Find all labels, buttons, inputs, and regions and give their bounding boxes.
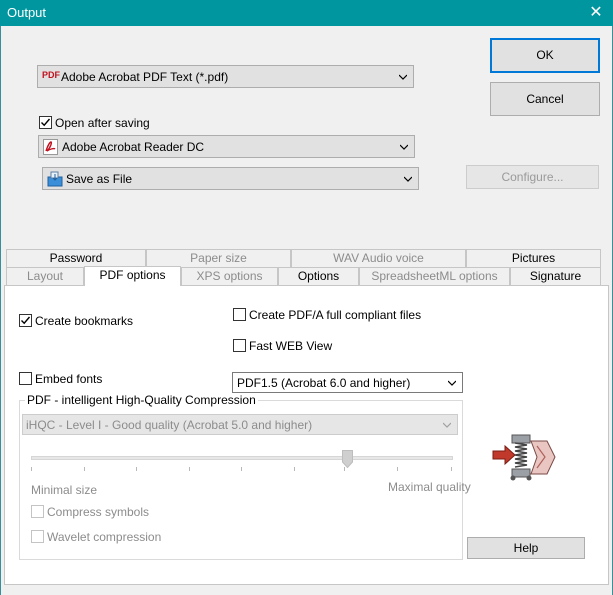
- open-after-saving-checkbox[interactable]: [39, 116, 52, 129]
- acrobat-reader-icon: [43, 139, 58, 155]
- fast-web-view-label: Fast WEB View: [249, 339, 333, 353]
- cancel-button-label: Cancel: [526, 92, 564, 106]
- wavelet-compression-label: Wavelet compression: [47, 530, 162, 544]
- compression-level-value: iHQC - Level I - Good quality (Acrobat 5…: [26, 418, 313, 432]
- compression-group-title: PDF - intelligent High-Quality Compressi…: [25, 393, 258, 407]
- slider-tick: [136, 467, 137, 471]
- compress-symbols-checkbox[interactable]: [31, 505, 44, 518]
- title-bar: Output ✕: [0, 0, 613, 26]
- embed-fonts-checkbox[interactable]: [19, 372, 32, 385]
- checkmark-icon: [21, 316, 31, 325]
- tab-pictures[interactable]: Pictures: [466, 249, 601, 267]
- tab-spreadsheetml-options[interactable]: SpreadsheetML options: [359, 267, 510, 285]
- tab-label: SpreadsheetML options: [371, 269, 498, 283]
- slider-tick: [31, 467, 32, 471]
- cancel-button[interactable]: Cancel: [490, 82, 600, 116]
- slider-tick: [189, 467, 190, 471]
- wavelet-compression-checkbox[interactable]: [31, 530, 44, 543]
- save-mode-value: Save as File: [66, 172, 133, 186]
- create-pdfa-checkbox[interactable]: [233, 308, 246, 321]
- slider-max-label: Maximal quality: [388, 480, 471, 494]
- slider-tick: [84, 467, 85, 471]
- quality-slider-thumb[interactable]: [342, 450, 353, 468]
- tab-layout[interactable]: Layout: [6, 267, 84, 285]
- output-format-select[interactable]: PDF Adobe Acrobat PDF Text (*.pdf): [37, 65, 414, 88]
- configure-button[interactable]: Configure...: [466, 165, 599, 189]
- viewer-app-value: Adobe Acrobat Reader DC: [62, 140, 205, 154]
- ok-button[interactable]: OK: [490, 38, 600, 73]
- compression-level-select[interactable]: iHQC - Level I - Good quality (Acrobat 5…: [22, 414, 458, 435]
- tab-wav-audio-voice[interactable]: WAV Audio voice: [291, 249, 466, 267]
- pdf-file-icon: PDF: [42, 70, 60, 80]
- embed-fonts-label: Embed fonts: [35, 372, 103, 386]
- ok-button-label: OK: [536, 48, 554, 62]
- slider-tick: [294, 467, 295, 471]
- tab-label: Signature: [529, 269, 582, 283]
- save-file-icon: [47, 171, 63, 187]
- tab-label: Paper size: [190, 251, 247, 265]
- tab-password[interactable]: Password: [6, 249, 146, 267]
- slider-min-label: Minimal size: [31, 483, 98, 497]
- create-bookmarks-checkbox[interactable]: [19, 314, 32, 327]
- save-mode-select[interactable]: Save as File: [42, 167, 419, 190]
- chevron-down-icon: [400, 144, 408, 150]
- tab-label: Password: [49, 251, 103, 265]
- quality-slider-track[interactable]: [31, 456, 453, 460]
- tab-pdf-options[interactable]: PDF options: [84, 266, 181, 286]
- chevron-down-icon: [443, 422, 451, 428]
- create-bookmarks-label: Create bookmarks: [35, 314, 134, 328]
- tab-signature[interactable]: Signature: [510, 267, 601, 285]
- close-icon[interactable]: ✕: [579, 0, 613, 26]
- tab-options[interactable]: Options: [278, 267, 359, 285]
- help-button-label: Help: [513, 541, 539, 555]
- viewer-app-select[interactable]: Adobe Acrobat Reader DC: [38, 135, 415, 158]
- output-format-value: Adobe Acrobat PDF Text (*.pdf): [61, 70, 229, 84]
- checkmark-icon: [41, 118, 51, 127]
- fast-web-view-checkbox[interactable]: [233, 339, 246, 352]
- tab-label: PDF options: [99, 268, 166, 282]
- create-pdfa-label: Create PDF/A full compliant files: [249, 308, 422, 322]
- tab-paper-size[interactable]: Paper size: [146, 249, 291, 267]
- help-button[interactable]: Help: [467, 537, 585, 559]
- tab-xps-options[interactable]: XPS options: [181, 267, 278, 285]
- tab-label: Options: [297, 269, 340, 283]
- chevron-down-icon: [404, 176, 412, 182]
- chevron-down-icon: [448, 380, 456, 386]
- slider-tick: [241, 467, 242, 471]
- slider-tick: [451, 467, 452, 471]
- compress-symbols-label: Compress symbols: [47, 505, 150, 519]
- window-title: Output: [7, 5, 47, 20]
- pdf-version-value: PDF1.5 (Acrobat 6.0 and higher): [237, 376, 411, 390]
- chevron-down-icon: [399, 74, 407, 80]
- slider-tick: [397, 467, 398, 471]
- open-after-saving-label: Open after saving: [55, 116, 150, 130]
- pdf-version-select[interactable]: PDF1.5 (Acrobat 6.0 and higher): [232, 372, 463, 393]
- tab-label: Pictures: [511, 251, 556, 265]
- tab-label: WAV Audio voice: [333, 251, 424, 265]
- tab-label: Layout: [26, 269, 64, 283]
- tab-label: XPS options: [196, 269, 263, 283]
- configure-button-label: Configure...: [501, 170, 564, 184]
- compression-clamp-icon: [492, 434, 556, 481]
